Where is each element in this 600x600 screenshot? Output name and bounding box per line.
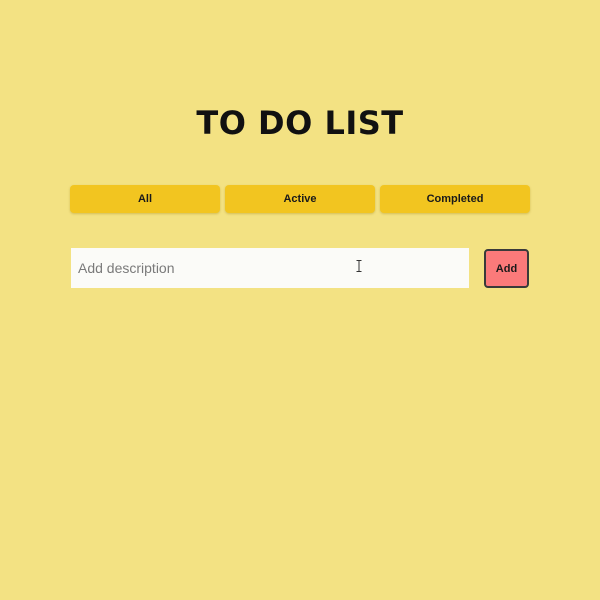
- todo-app: TO DO LIST All Active Completed Add: [0, 0, 600, 600]
- page-title: TO DO LIST: [196, 104, 404, 142]
- filter-active-button[interactable]: Active: [225, 185, 375, 213]
- add-button[interactable]: Add: [484, 249, 529, 288]
- filter-all-button[interactable]: All: [70, 185, 220, 213]
- add-task-form: Add: [71, 248, 529, 288]
- description-input[interactable]: [71, 248, 469, 288]
- filter-bar: All Active Completed: [70, 185, 530, 213]
- filter-completed-button[interactable]: Completed: [380, 185, 530, 213]
